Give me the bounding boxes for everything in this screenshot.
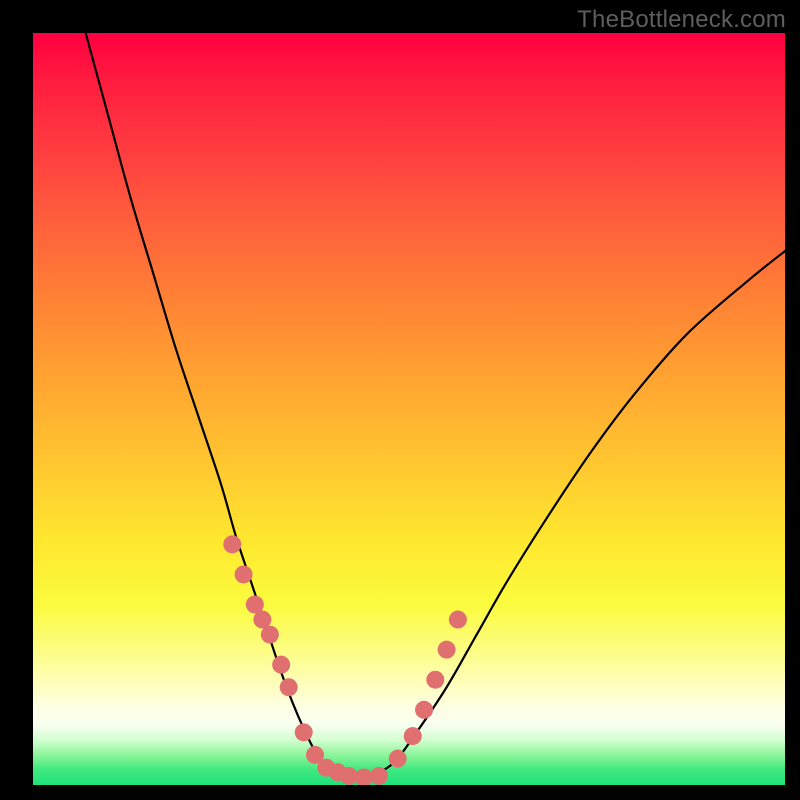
highlight-marker (235, 565, 253, 583)
highlight-marker (426, 671, 444, 689)
highlight-marker (415, 701, 433, 719)
chart-svg (33, 33, 785, 785)
plot-area (33, 33, 785, 785)
highlight-marker (223, 535, 241, 553)
highlight-markers-group (223, 535, 467, 785)
watermark-text: TheBottleneck.com (577, 6, 786, 34)
chart-frame: TheBottleneck.com (0, 0, 800, 800)
highlight-marker (280, 678, 298, 696)
highlight-marker (261, 626, 279, 644)
highlight-marker (272, 656, 290, 674)
highlight-marker (438, 641, 456, 659)
highlight-marker (389, 750, 407, 768)
bottleneck-curve-line (86, 33, 785, 778)
highlight-marker (295, 723, 313, 741)
highlight-marker (449, 611, 467, 629)
highlight-marker (370, 767, 388, 785)
highlight-marker (404, 727, 422, 745)
